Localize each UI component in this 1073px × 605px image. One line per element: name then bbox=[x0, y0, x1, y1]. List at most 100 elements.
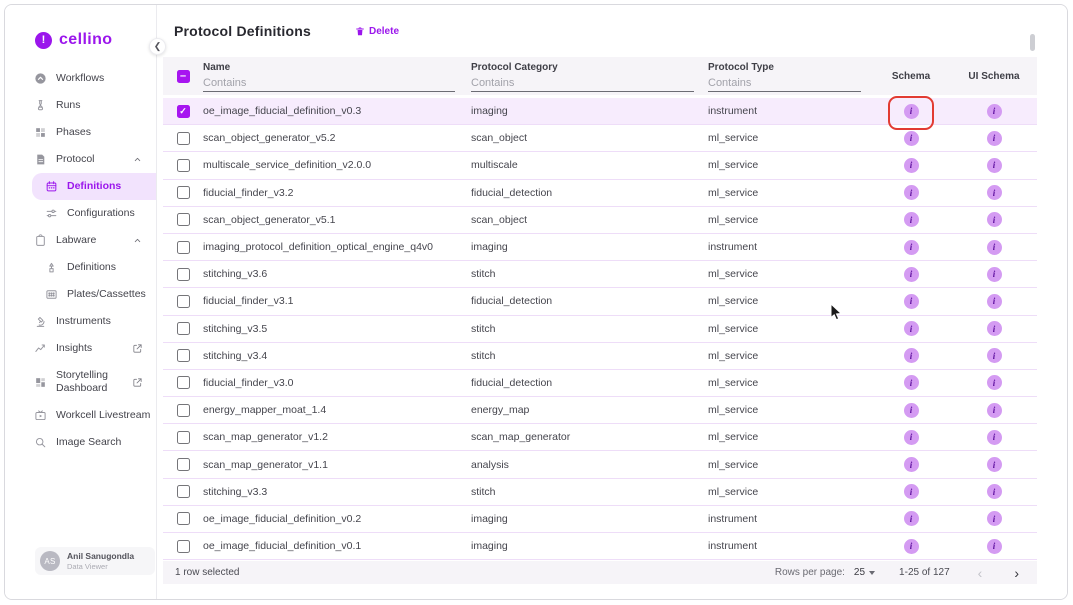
protocol-type-filter-input[interactable] bbox=[708, 76, 861, 92]
row-checkbox[interactable] bbox=[177, 376, 190, 389]
ui-schema-info-icon[interactable]: i bbox=[987, 294, 1002, 309]
name-filter-input[interactable] bbox=[203, 76, 455, 92]
protocol-category-filter-input[interactable] bbox=[471, 76, 694, 92]
table-row[interactable]: multiscale_service_definition_v2.0.0mult… bbox=[163, 152, 1037, 179]
schema-info-icon[interactable]: i bbox=[904, 240, 919, 255]
schema-info-icon[interactable]: i bbox=[904, 158, 919, 173]
next-page-button[interactable]: › bbox=[1010, 566, 1023, 580]
ui-schema-info-icon[interactable]: i bbox=[987, 484, 1002, 499]
schema-info-icon[interactable]: i bbox=[904, 267, 919, 282]
ui-schema-info-icon[interactable]: i bbox=[987, 511, 1002, 526]
ui-schema-info-icon[interactable]: i bbox=[987, 430, 1002, 445]
row-checkbox[interactable] bbox=[177, 485, 190, 498]
schema-info-icon[interactable]: i bbox=[904, 348, 919, 363]
delete-button[interactable]: Delete bbox=[355, 26, 399, 37]
cell-protocol-type: ml_service bbox=[708, 187, 871, 199]
schema-info-icon[interactable]: i bbox=[904, 403, 919, 418]
sidebar-item-definitions[interactable]: Definitions bbox=[5, 254, 156, 281]
row-checkbox[interactable] bbox=[177, 322, 190, 335]
row-checkbox[interactable]: ✓ bbox=[177, 105, 190, 118]
sidebar-item-plates-cassettes[interactable]: Plates/Cassettes bbox=[5, 281, 156, 308]
table-row[interactable]: scan_object_generator_v5.2scan_objectml_… bbox=[163, 125, 1037, 152]
schema-info-icon[interactable]: i bbox=[904, 131, 919, 146]
select-all-checkbox[interactable]: – bbox=[177, 70, 190, 83]
search-icon bbox=[33, 436, 47, 449]
sidebar-item-runs[interactable]: Runs bbox=[5, 92, 156, 119]
sidebar-item-protocol[interactable]: Protocol bbox=[5, 146, 156, 173]
user-chip[interactable]: AS Anil Sanugondla Data Viewer bbox=[35, 547, 155, 575]
sidebar-item-phases[interactable]: Phases bbox=[5, 119, 156, 146]
row-checkbox[interactable] bbox=[177, 349, 190, 362]
table-row[interactable]: energy_mapper_moat_1.4energy_mapml_servi… bbox=[163, 397, 1037, 424]
table-row[interactable]: fiducial_finder_v3.1fiducial_detectionml… bbox=[163, 288, 1037, 315]
sidebar-item-definitions[interactable]: Definitions bbox=[32, 173, 156, 200]
sidebar-item-configurations[interactable]: Configurations bbox=[5, 200, 156, 227]
row-checkbox[interactable] bbox=[177, 295, 190, 308]
scrollbar-thumb[interactable] bbox=[1030, 34, 1035, 51]
schema-info-icon[interactable]: i bbox=[904, 457, 919, 472]
sidebar-item-workflows[interactable]: Workflows bbox=[5, 65, 156, 92]
chevron-up-icon[interactable] bbox=[132, 235, 143, 246]
sidebar-item-storytelling-dashboard[interactable]: Storytelling Dashboard bbox=[5, 362, 156, 402]
sidebar-item-image-search[interactable]: Image Search bbox=[5, 429, 156, 456]
row-checkbox[interactable] bbox=[177, 404, 190, 417]
schema-info-icon[interactable]: i bbox=[904, 375, 919, 390]
table-row[interactable]: stitching_v3.3stitchml_serviceii bbox=[163, 479, 1037, 506]
schema-info-icon[interactable]: i bbox=[904, 539, 919, 554]
table-row[interactable]: stitching_v3.5stitchml_serviceii bbox=[163, 316, 1037, 343]
ui-schema-info-icon[interactable]: i bbox=[987, 104, 1002, 119]
table-row[interactable]: oe_image_fiducial_definition_v0.2imaging… bbox=[163, 506, 1037, 533]
sidebar-item-label: Configurations bbox=[67, 207, 135, 220]
row-checkbox[interactable] bbox=[177, 213, 190, 226]
schema-info-icon[interactable]: i bbox=[904, 430, 919, 445]
schema-info-icon[interactable]: i bbox=[904, 484, 919, 499]
sidebar-item-labware[interactable]: Labware bbox=[5, 227, 156, 254]
rows-per-page-select[interactable]: 25 bbox=[854, 567, 875, 578]
chevron-up-icon[interactable] bbox=[132, 154, 143, 165]
table-row[interactable]: stitching_v3.6stitchml_serviceii bbox=[163, 261, 1037, 288]
schema-info-icon[interactable]: i bbox=[904, 185, 919, 200]
ui-schema-info-icon[interactable]: i bbox=[987, 240, 1002, 255]
table-row[interactable]: ✓oe_image_fiducial_definition_v0.3imagin… bbox=[163, 98, 1037, 125]
ui-schema-info-icon[interactable]: i bbox=[987, 185, 1002, 200]
table-row[interactable]: oe_image_fiducial_definition_v0.1imaging… bbox=[163, 533, 1037, 560]
row-checkbox[interactable] bbox=[177, 540, 190, 553]
column-header-protocol-category: Protocol Category bbox=[471, 62, 708, 73]
table-row[interactable]: fiducial_finder_v3.2fiducial_detectionml… bbox=[163, 180, 1037, 207]
ui-schema-info-icon[interactable]: i bbox=[987, 158, 1002, 173]
schema-info-icon[interactable]: i bbox=[904, 294, 919, 309]
ui-schema-info-icon[interactable]: i bbox=[987, 457, 1002, 472]
ui-schema-info-icon[interactable]: i bbox=[987, 131, 1002, 146]
ui-schema-info-icon[interactable]: i bbox=[987, 403, 1002, 418]
table-row[interactable]: imaging_protocol_definition_optical_engi… bbox=[163, 234, 1037, 261]
row-checkbox[interactable] bbox=[177, 512, 190, 525]
table-row[interactable]: scan_map_generator_v1.1analysisml_servic… bbox=[163, 451, 1037, 478]
ui-schema-info-icon[interactable]: i bbox=[987, 267, 1002, 282]
sidebar-collapse-button[interactable]: ❮ bbox=[149, 38, 166, 55]
ui-schema-info-icon[interactable]: i bbox=[987, 321, 1002, 336]
row-checkbox[interactable] bbox=[177, 159, 190, 172]
row-checkbox[interactable] bbox=[177, 241, 190, 254]
row-checkbox[interactable] bbox=[177, 186, 190, 199]
table-row[interactable]: scan_object_generator_v5.1scan_objectml_… bbox=[163, 207, 1037, 234]
ui-schema-info-icon[interactable]: i bbox=[987, 348, 1002, 363]
ui-schema-info-icon[interactable]: i bbox=[987, 212, 1002, 227]
sidebar-item-workcell-livestream[interactable]: Workcell Livestream bbox=[5, 402, 156, 429]
table-row[interactable]: scan_map_generator_v1.2scan_map_generato… bbox=[163, 424, 1037, 451]
row-checkbox[interactable] bbox=[177, 431, 190, 444]
schema-info-icon[interactable]: i bbox=[904, 511, 919, 526]
ui-schema-info-icon[interactable]: i bbox=[987, 539, 1002, 554]
ui-schema-info-icon[interactable]: i bbox=[987, 375, 1002, 390]
previous-page-button[interactable]: ‹ bbox=[974, 566, 987, 580]
row-checkbox[interactable] bbox=[177, 132, 190, 145]
sidebar-item-instruments[interactable]: Instruments bbox=[5, 308, 156, 335]
row-checkbox[interactable] bbox=[177, 458, 190, 471]
sidebar-item-insights[interactable]: Insights bbox=[5, 335, 156, 362]
cell-name: oe_image_fiducial_definition_v0.3 bbox=[203, 105, 471, 117]
schema-info-icon[interactable]: i bbox=[904, 321, 919, 336]
row-checkbox[interactable] bbox=[177, 268, 190, 281]
schema-info-icon[interactable]: i bbox=[904, 104, 919, 119]
table-row[interactable]: stitching_v3.4stitchml_serviceii bbox=[163, 343, 1037, 370]
schema-info-icon[interactable]: i bbox=[904, 212, 919, 227]
table-row[interactable]: fiducial_finder_v3.0fiducial_detectionml… bbox=[163, 370, 1037, 397]
